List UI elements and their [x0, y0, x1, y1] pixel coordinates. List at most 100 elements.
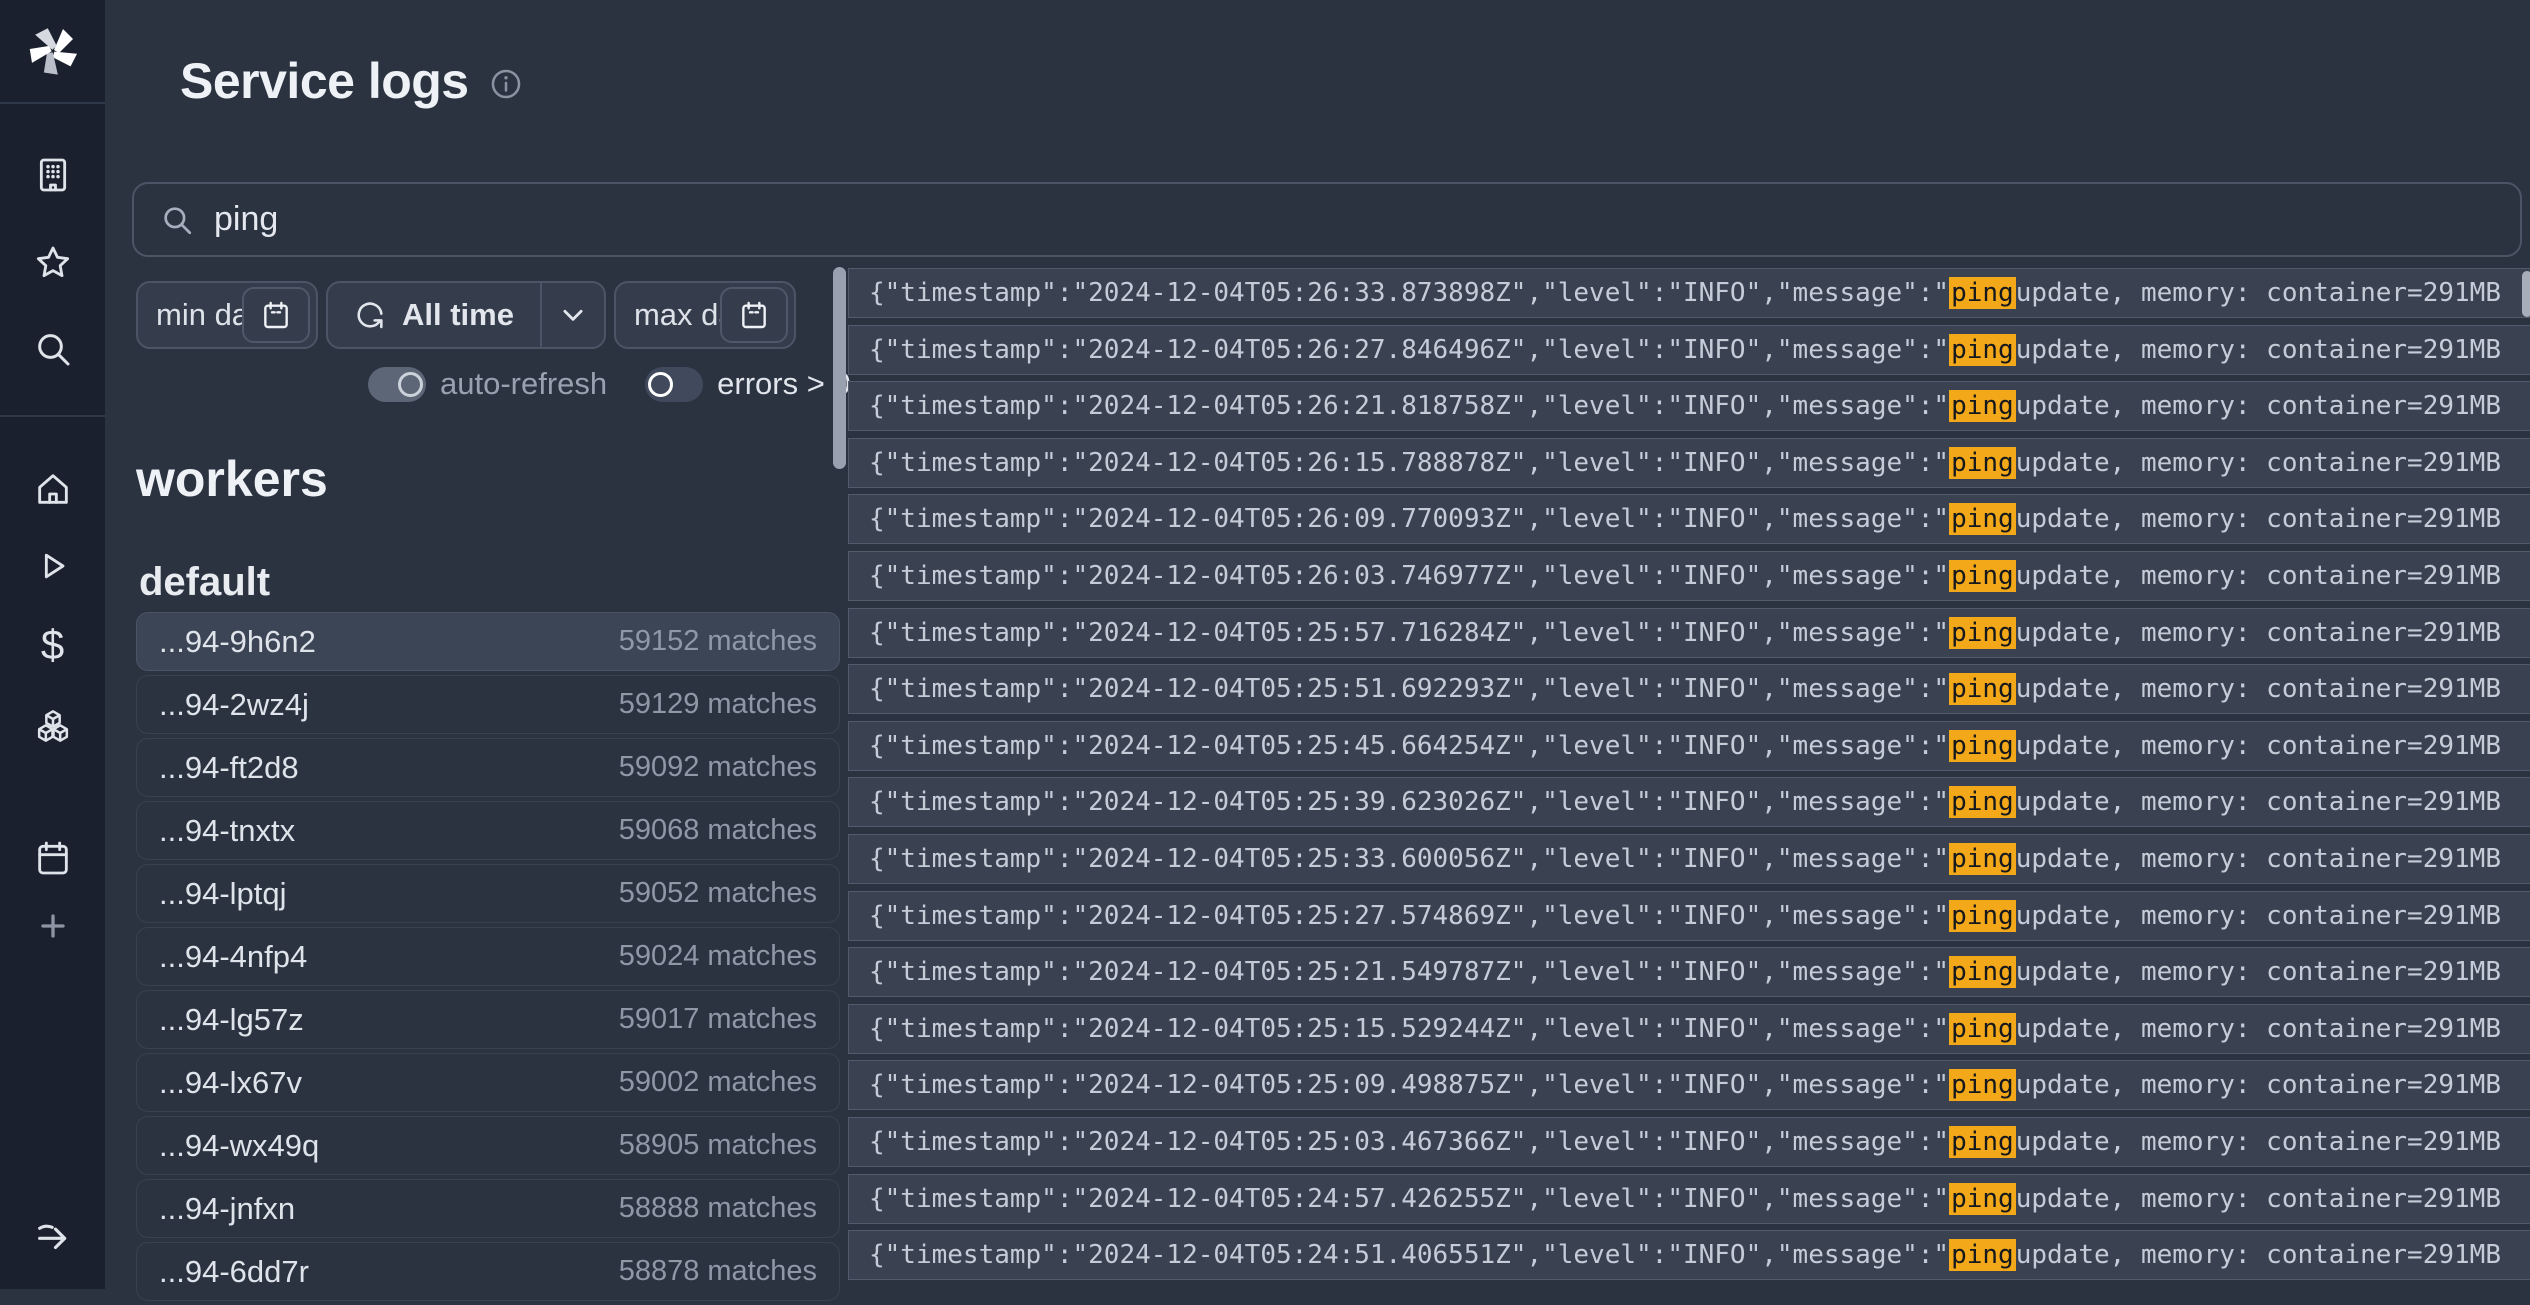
- worker-row[interactable]: ...94-ft2d859092 matches: [136, 738, 840, 797]
- worker-row[interactable]: ...94-tnxtx59068 matches: [136, 801, 840, 860]
- sidebar-resources-button[interactable]: [29, 704, 77, 752]
- worker-match-count: 58878 matches: [619, 1255, 817, 1288]
- arrow-right-icon: [33, 1215, 73, 1255]
- worker-row[interactable]: ...94-wx49q 58905 matches: [136, 1116, 840, 1175]
- log-line-text: update, memory: container=291MB: [2016, 1184, 2501, 1214]
- sidebar-search-button[interactable]: [29, 325, 77, 373]
- worker-row[interactable]: ...94-4nfp4 59024 matches: [136, 927, 840, 986]
- sidebar-building-button[interactable]: [29, 151, 77, 199]
- sidebar-home-button[interactable]: [29, 465, 77, 513]
- toggle-knob: [648, 372, 673, 397]
- worker-row[interactable]: ...94-jnfxn58888 matches: [136, 1179, 840, 1238]
- auto-refresh-toggle[interactable]: [368, 367, 426, 402]
- sidebar-billing-button[interactable]: $: [29, 621, 77, 669]
- page-header: Service logs: [180, 52, 523, 110]
- log-line-text: {"timestamp":"2024-12-04T05:25:39.623026…: [869, 787, 1949, 817]
- calendar-icon: [738, 299, 770, 331]
- log-highlight: ping: [1949, 1126, 2016, 1158]
- log-line-text: update, memory: container=291MB: [2016, 787, 2501, 817]
- log-line-text: {"timestamp":"2024-12-04T05:26:33.873898…: [869, 278, 1949, 308]
- max-date-calendar-button[interactable]: [720, 287, 788, 343]
- worker-name: ...94-wx49q: [159, 1128, 319, 1164]
- log-line-text: {"timestamp":"2024-12-04T05:25:51.692293…: [869, 674, 1949, 704]
- calendar-icon: [33, 838, 73, 878]
- sidebar-runs-button[interactable]: [29, 542, 77, 590]
- log-line-text: {"timestamp":"2024-12-04T05:26:15.788878…: [869, 448, 1949, 478]
- log-highlight: ping: [1949, 1013, 2016, 1045]
- log-line-text: {"timestamp":"2024-12-04T05:25:21.549787…: [869, 957, 1949, 987]
- sidebar-divider: [0, 415, 105, 417]
- log-line: {"timestamp":"2024-12-04T05:26:09.770093…: [848, 494, 2530, 544]
- left-scrollbar-thumb[interactable]: [833, 267, 846, 469]
- log-line-text: update, memory: container=291MB: [2016, 278, 2501, 308]
- max-date-input[interactable]: [634, 297, 720, 333]
- worker-name: ...94-4nfp4: [159, 939, 307, 975]
- worker-row[interactable]: ...94-2wz4j59129 matches: [136, 675, 840, 734]
- time-range-control: All time: [326, 281, 606, 349]
- worker-group-title: default: [139, 560, 270, 605]
- right-scrollbar-thumb[interactable]: [2522, 271, 2530, 317]
- log-line: {"timestamp":"2024-12-04T05:25:57.716284…: [848, 608, 2530, 658]
- sidebar-add-button[interactable]: [29, 902, 77, 950]
- log-line: {"timestamp":"2024-12-04T05:26:03.746977…: [848, 551, 2530, 601]
- log-line: {"timestamp":"2024-12-04T05:26:33.873898…: [848, 268, 2530, 318]
- log-line-text: {"timestamp":"2024-12-04T05:25:15.529244…: [869, 1014, 1949, 1044]
- worker-row[interactable]: ...94-lptqj59052 matches: [136, 864, 840, 923]
- windmill-logo[interactable]: [27, 25, 79, 77]
- auto-refresh-label: auto-refresh: [440, 366, 607, 402]
- log-line-text: update, memory: container=291MB: [2016, 1070, 2501, 1100]
- worker-match-count: 59024 matches: [619, 940, 817, 973]
- worker-name: ...94-2wz4j: [159, 687, 309, 723]
- sidebar-schedules-button[interactable]: [29, 834, 77, 882]
- worker-match-count: 58905 matches: [619, 1129, 817, 1162]
- log-highlight: ping: [1949, 786, 2016, 818]
- sidebar-favorites-button[interactable]: [29, 239, 77, 287]
- log-line-text: {"timestamp":"2024-12-04T05:25:33.600056…: [869, 844, 1949, 874]
- time-range-dropdown-button[interactable]: [542, 283, 604, 347]
- min-date-calendar-button[interactable]: [242, 287, 310, 343]
- worker-name: ...94-lx67v: [159, 1065, 302, 1101]
- min-date-input[interactable]: [156, 297, 242, 333]
- log-line-text: update, memory: container=291MB: [2016, 448, 2501, 478]
- info-icon[interactable]: [489, 67, 523, 101]
- log-line: {"timestamp":"2024-12-04T05:25:27.574869…: [848, 891, 2530, 941]
- log-line-text: {"timestamp":"2024-12-04T05:25:09.498875…: [869, 1070, 1949, 1100]
- log-line-text: update, memory: container=291MB: [2016, 674, 2501, 704]
- log-highlight: ping: [1949, 447, 2016, 479]
- calendar-icon: [260, 299, 292, 331]
- log-highlight: ping: [1949, 900, 2016, 932]
- worker-row[interactable]: ...94-9h6n259152 matches: [136, 612, 840, 671]
- log-highlight: ping: [1949, 390, 2016, 422]
- log-line-text: {"timestamp":"2024-12-04T05:26:21.818758…: [869, 391, 1949, 421]
- time-range-button[interactable]: All time: [328, 283, 540, 347]
- log-highlight: ping: [1949, 1183, 2016, 1215]
- log-line: {"timestamp":"2024-12-04T05:25:21.549787…: [848, 947, 2530, 997]
- log-line-text: update, memory: container=291MB: [2016, 731, 2501, 761]
- log-line: {"timestamp":"2024-12-04T05:26:15.788878…: [848, 438, 2530, 488]
- log-highlight: ping: [1949, 277, 2016, 309]
- errors-toggle[interactable]: [645, 367, 703, 402]
- log-line-text: {"timestamp":"2024-12-04T05:25:03.467366…: [869, 1127, 1949, 1157]
- toggle-row: auto-refresh errors > 0: [368, 366, 851, 402]
- worker-match-count: 59092 matches: [619, 751, 817, 784]
- dollar-icon: $: [41, 624, 64, 666]
- cubes-icon: [33, 708, 73, 748]
- toggle-knob: [398, 372, 423, 397]
- sidebar-expand-button[interactable]: [29, 1211, 77, 1259]
- search-icon: [160, 203, 194, 237]
- worker-match-count: 59152 matches: [619, 625, 817, 658]
- plus-icon: [33, 906, 73, 946]
- play-icon: [33, 546, 73, 586]
- worker-row[interactable]: ...94-lx67v59002 matches: [136, 1053, 840, 1112]
- min-date-field: [136, 281, 318, 349]
- worker-row[interactable]: ...94-6dd7r58878 matches: [136, 1242, 840, 1301]
- log-search-input[interactable]: [214, 200, 2494, 239]
- log-line-text: update, memory: container=291MB: [2016, 1127, 2501, 1157]
- sidebar: $: [0, 0, 105, 1289]
- home-icon: [33, 469, 73, 509]
- worker-row[interactable]: ...94-lg57z59017 matches: [136, 990, 840, 1049]
- chevron-down-icon: [558, 300, 588, 330]
- log-line-text: {"timestamp":"2024-12-04T05:24:57.426255…: [869, 1184, 1949, 1214]
- log-highlight: ping: [1949, 956, 2016, 988]
- log-line-text: update, memory: container=291MB: [2016, 618, 2501, 648]
